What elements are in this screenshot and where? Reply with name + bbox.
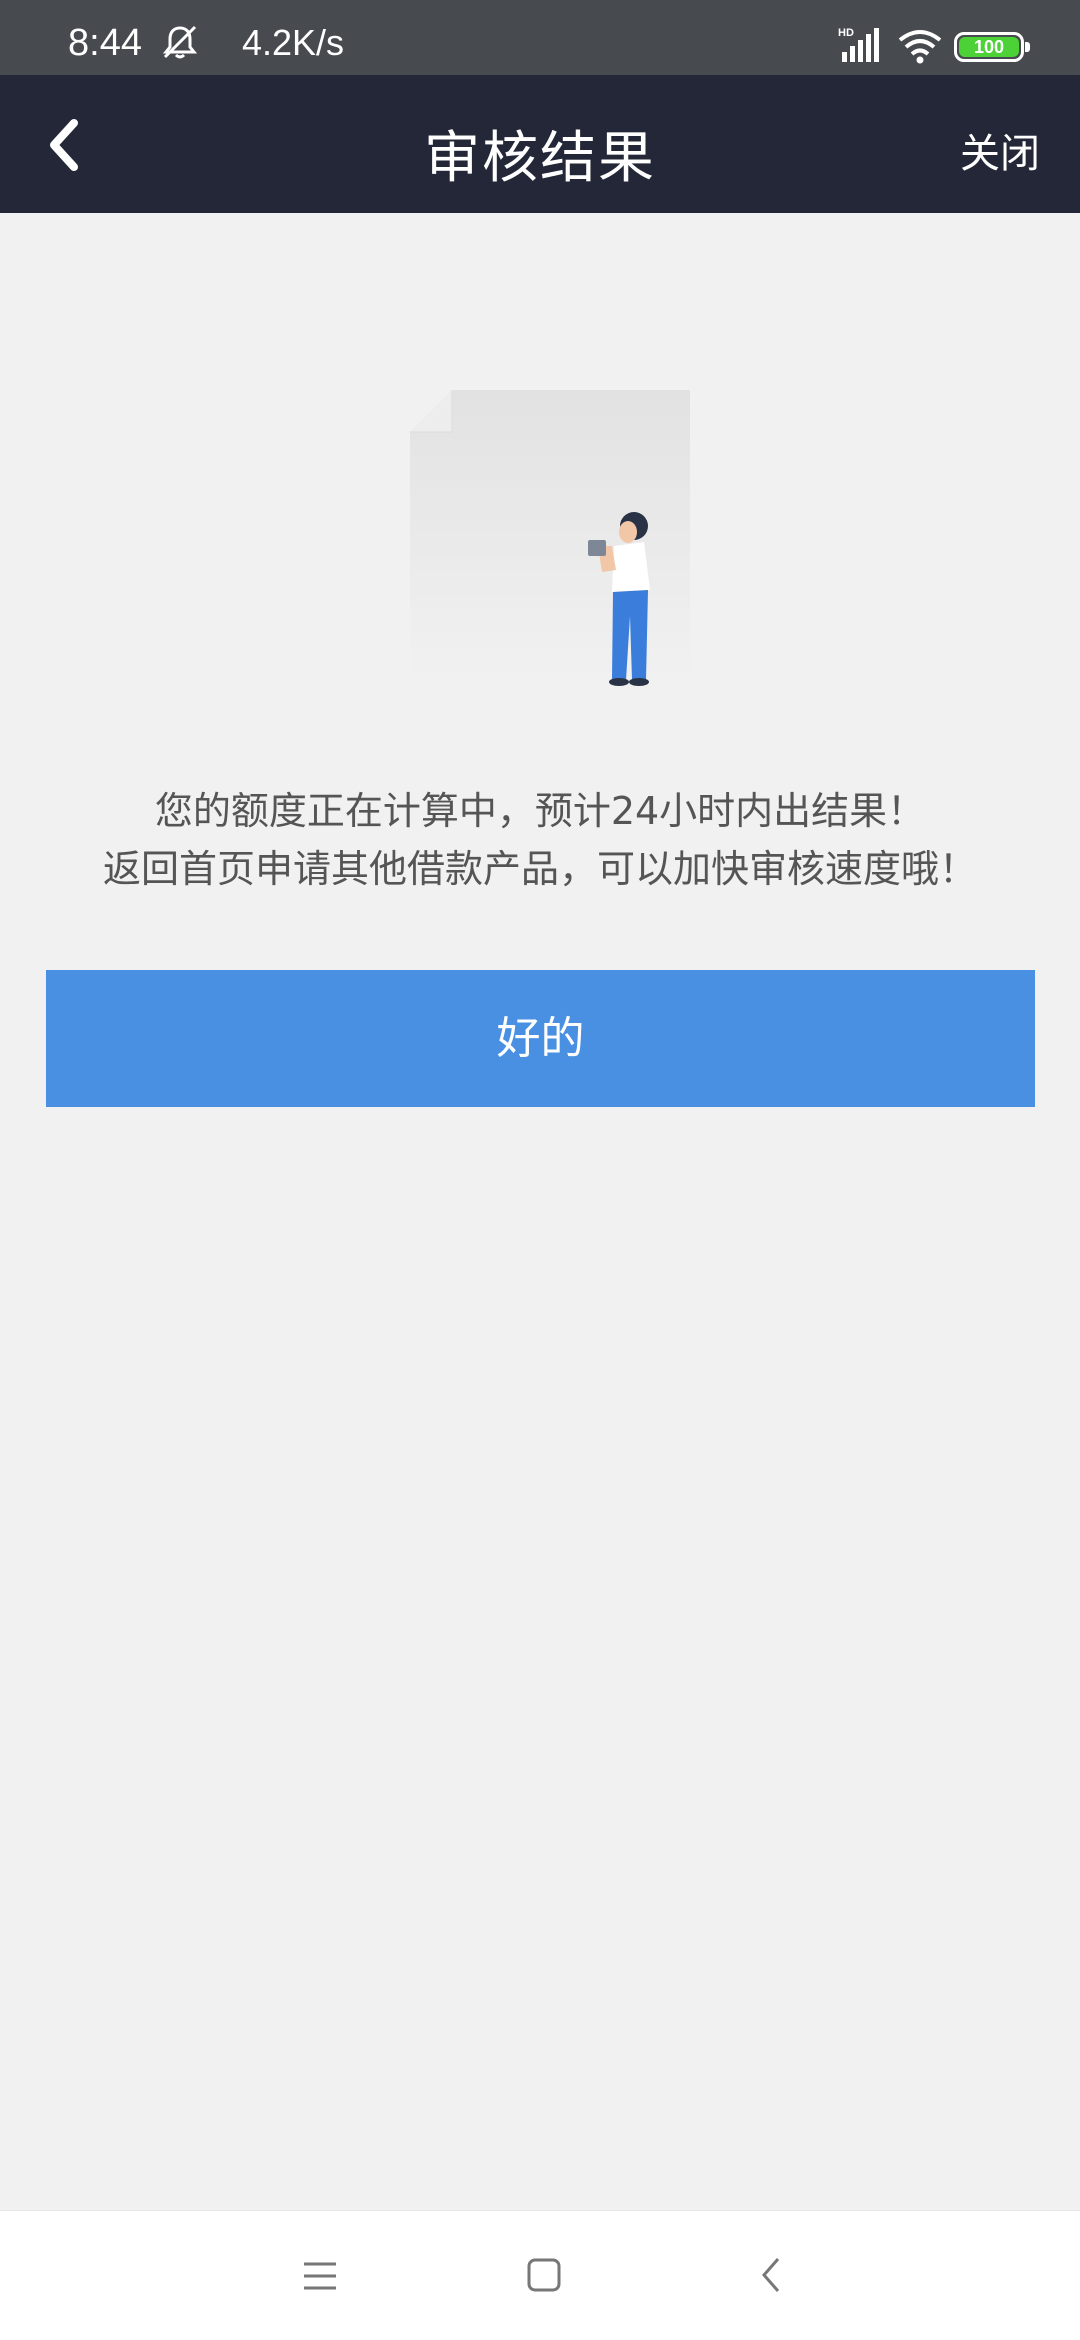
header-bar: 审核结果 关闭 [0,75,1080,213]
home-icon[interactable] [524,2255,564,2295]
menu-icon[interactable] [300,2256,340,2296]
hd-label: HD [838,27,854,39]
document-with-person-illustration [410,390,690,686]
back-icon[interactable] [752,2255,792,2295]
battery-level: 100 [959,37,1019,57]
mute-bell-icon [162,25,198,59]
page-title: 审核结果 [424,126,656,191]
wifi-icon [898,30,942,64]
status-message-line2: 返回首页申请其他借款产品，可以加快审核速度哦！ [102,847,977,891]
ok-button[interactable]: 好的 [46,970,1035,1107]
system-nav-bar [0,2210,1080,2340]
status-bar: 8:44 4.2K/s HD 100 [0,0,1080,75]
status-time: 8:44 [68,22,142,64]
close-button[interactable]: 关闭 [960,121,1040,179]
network-speed: 4.2K/s [242,22,345,63]
battery-icon: 100 [954,32,1030,62]
status-message-line1: 您的额度正在计算中，预计24小时内出结果！ [154,789,926,833]
signal-icon: HD [838,27,879,62]
